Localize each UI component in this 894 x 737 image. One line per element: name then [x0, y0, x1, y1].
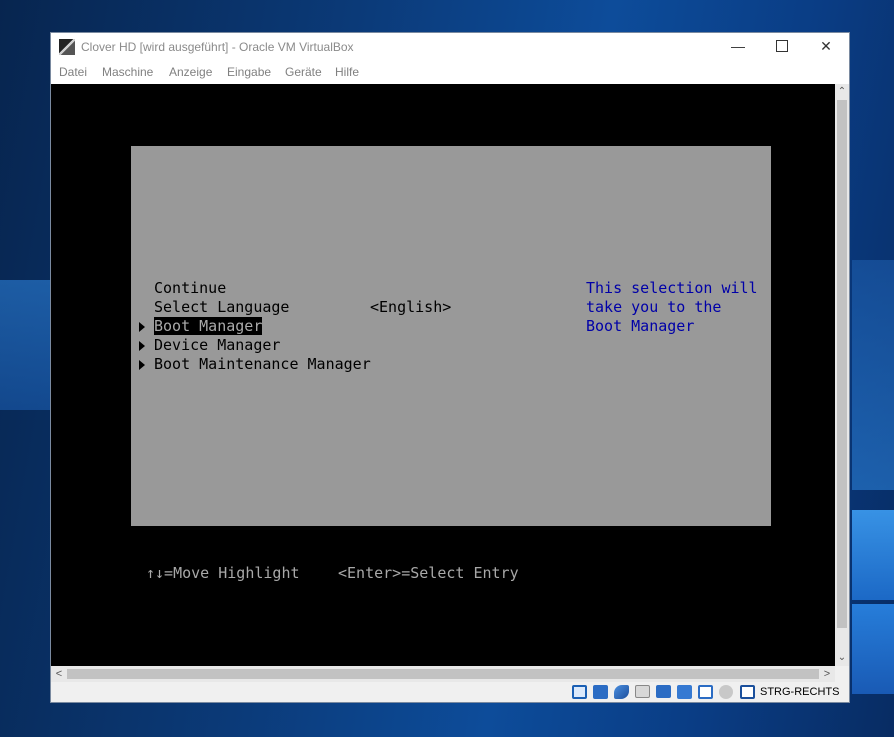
selected-highlight: Boot Manager: [154, 317, 263, 335]
bios-menu-device-manager[interactable]: Device Manager: [154, 336, 280, 355]
minimize-button[interactable]: —: [716, 33, 760, 60]
bios-menu-boot-maintenance-manager[interactable]: Boot Maintenance Manager: [154, 355, 371, 374]
language-value[interactable]: <English>: [370, 298, 451, 317]
optical-drive-icon[interactable]: [593, 685, 608, 699]
bios-menu-continue[interactable]: Continue: [154, 279, 226, 298]
shared-folder-icon[interactable]: [635, 685, 650, 698]
video-capture-icon[interactable]: [698, 685, 713, 699]
mouse-integration-icon[interactable]: [719, 685, 733, 699]
virtualbox-vm-icon[interactable]: [59, 39, 75, 55]
maximize-icon: [776, 40, 788, 53]
menu-anzeige[interactable]: Anzeige: [169, 65, 212, 79]
menu-geraete[interactable]: Geräte: [285, 65, 322, 79]
windows-logo-pane-mid: [852, 510, 894, 600]
scroll-right-icon[interactable]: >: [819, 666, 835, 682]
close-button[interactable]: ✕: [804, 33, 848, 60]
bios-main-panel: Continue Select Language <English> Boot …: [131, 146, 771, 526]
windows-logo-pane-bottom: [852, 604, 894, 694]
scroll-up-icon[interactable]: ⌃: [835, 84, 849, 100]
keyboard-capture-icon[interactable]: [740, 685, 755, 699]
submenu-arrow-icon: [139, 360, 145, 370]
scroll-down-icon[interactable]: ⌄: [835, 650, 849, 666]
host-key-label: STRG-RECHTS: [760, 686, 840, 698]
menu-maschine[interactable]: Maschine: [102, 65, 153, 79]
hint-select-entry: <Enter>=Select Entry: [338, 564, 519, 582]
submenu-arrow-icon: [139, 341, 145, 351]
menu-hilfe[interactable]: Hilfe: [335, 65, 359, 79]
desktop-light-beam: [0, 280, 50, 410]
horizontal-scroll-thumb[interactable]: [67, 669, 819, 679]
horizontal-scrollbar[interactable]: < >: [51, 666, 835, 682]
menu-bar: Datei Maschine Anzeige Eingabe Geräte Hi…: [51, 60, 849, 82]
usb-icon[interactable]: [614, 685, 629, 699]
hard-disk-icon[interactable]: [572, 685, 587, 699]
title-bar[interactable]: Clover HD [wird ausgeführt] - Oracle VM …: [51, 33, 849, 60]
windows-logo-pane-top: [852, 260, 894, 490]
maximize-button[interactable]: [760, 33, 804, 60]
hint-move-highlight: ↑↓=Move Highlight: [146, 564, 300, 582]
help-description: This selection will take you to the Boot…: [586, 279, 758, 335]
submenu-arrow-icon: [139, 322, 145, 332]
menu-eingabe[interactable]: Eingabe: [227, 65, 271, 79]
virtualbox-window: Clover HD [wird ausgeführt] - Oracle VM …: [50, 32, 850, 703]
network-icon[interactable]: [677, 685, 692, 699]
window-title: Clover HD [wird ausgeführt] - Oracle VM …: [81, 40, 354, 54]
vertical-scrollbar[interactable]: ⌃ ⌄: [835, 84, 849, 666]
display-icon[interactable]: [656, 685, 671, 698]
bios-menu-select-language[interactable]: Select Language: [154, 298, 289, 317]
vertical-scroll-thumb[interactable]: [837, 100, 847, 628]
menu-datei[interactable]: Datei: [59, 65, 87, 79]
vm-display[interactable]: Continue Select Language <English> Boot …: [51, 84, 835, 666]
scrollbar-corner: [835, 666, 849, 682]
scroll-left-icon[interactable]: <: [51, 666, 67, 682]
status-bar: STRG-RECHTS: [51, 682, 849, 702]
bios-menu-boot-manager[interactable]: Boot Manager: [154, 317, 263, 336]
